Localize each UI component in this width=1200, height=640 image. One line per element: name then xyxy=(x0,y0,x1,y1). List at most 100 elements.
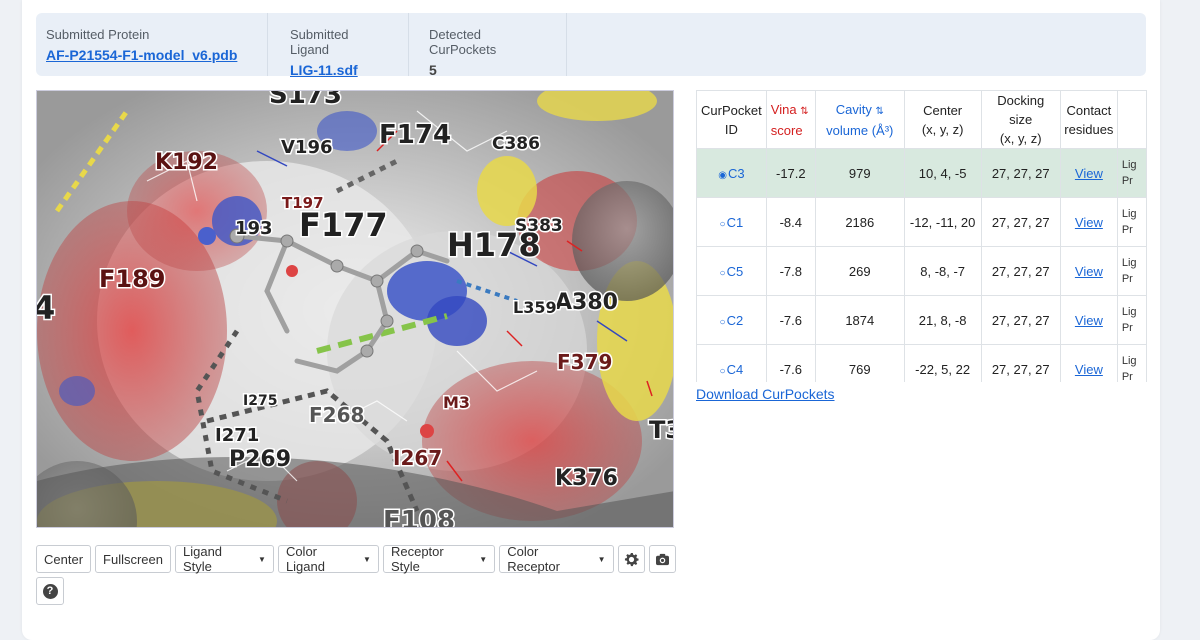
center-cell: 8, -8, -7 xyxy=(903,246,982,296)
submitted-ligand-link[interactable]: LIG-11.sdf xyxy=(290,62,358,78)
view-contacts-link[interactable]: View xyxy=(1075,362,1103,377)
residue-label-C386: C386 xyxy=(492,134,540,154)
table-row[interactable]: ○C5 -7.8 269 8, -8, -7 27, 27, 27 View L… xyxy=(696,246,1147,296)
extra-cell: Lig Pr xyxy=(1116,295,1147,345)
vina-cell: -7.8 xyxy=(765,246,816,296)
pocket-id-cell[interactable]: ○C2 xyxy=(696,295,767,345)
extra-cell: Lig Pr xyxy=(1116,344,1147,382)
docking-cell: 27, 27, 27 xyxy=(980,295,1061,345)
caret-down-icon: ▼ xyxy=(479,554,488,564)
residue-label-F177: F177 xyxy=(299,206,388,244)
table-row[interactable]: ◉C3 -17.2 979 10, 4, -5 27, 27, 27 View … xyxy=(696,148,1147,198)
radio-selected-icon[interactable]: ◉ xyxy=(718,170,727,181)
residue-label-L359: L359 xyxy=(513,298,557,317)
submitted-protein-label: Submitted Protein xyxy=(46,27,150,42)
contact-cell: View xyxy=(1059,344,1118,382)
contact-cell: View xyxy=(1059,295,1118,345)
pocket-id-cell[interactable]: ○C4 xyxy=(696,344,767,382)
caret-down-icon: ▼ xyxy=(258,554,266,564)
help-button[interactable]: ? xyxy=(36,577,64,605)
sort-icon[interactable]: ⇅ xyxy=(875,106,883,117)
receptor-style-label: Receptor Style xyxy=(390,544,444,574)
view-contacts-link[interactable]: View xyxy=(1075,313,1103,328)
results-card: Submitted Protein AF-P21554-F1-model_v6.… xyxy=(22,0,1160,640)
view-contacts-link[interactable]: View xyxy=(1075,166,1103,181)
residue-label-I275: I275 xyxy=(243,393,277,409)
download-curpockets-link[interactable]: Download CurPockets xyxy=(696,386,835,402)
molecular-viewer[interactable]: S173 F174 K192 V196 C386 T197 F177 H178 … xyxy=(36,90,674,528)
sort-icon[interactable]: ⇅ xyxy=(800,106,808,117)
viewer-canvas[interactable]: S173 F174 K192 V196 C386 T197 F177 H178 … xyxy=(37,91,674,528)
col-pocket-id: CurPocket ID xyxy=(696,90,767,149)
docking-cell: 27, 27, 27 xyxy=(980,344,1061,382)
curpocket-table: CurPocket ID Vina ⇅ score Cavity ⇅ volume (… xyxy=(696,90,1147,382)
residue-label-I271: I271 xyxy=(215,425,259,446)
col-cavity-volume[interactable]: Cavity ⇅ volume (Å³) xyxy=(814,90,905,149)
extra-cell: Lig Pr xyxy=(1116,246,1147,296)
center-button[interactable]: Center xyxy=(36,545,92,573)
radio-unselected-icon[interactable]: ○ xyxy=(720,366,726,377)
residue-label-K376: K376 xyxy=(555,466,618,491)
submitted-ligand-label: Submitted Ligand xyxy=(290,27,349,57)
fullscreen-button-label: Fullscreen xyxy=(103,551,163,567)
residue-label-F268: F268 xyxy=(309,403,364,427)
residue-label-S383: S383 xyxy=(515,216,563,236)
docking-cell: 27, 27, 27 xyxy=(980,197,1061,247)
center-cell: 10, 4, -5 xyxy=(903,148,982,198)
col-extra xyxy=(1116,90,1147,149)
docking-cell: 27, 27, 27 xyxy=(980,148,1061,198)
cavity-cell: 979 xyxy=(814,148,905,198)
radio-unselected-icon[interactable]: ○ xyxy=(720,268,726,279)
detected-curpockets-label: Detected CurPockets xyxy=(429,27,497,57)
table-row[interactable]: ○C4 -7.6 769 -22, 5, 22 27, 27, 27 View … xyxy=(696,344,1147,382)
submitted-protein: Submitted Protein AF-P21554-F1-model_v6.… xyxy=(36,13,268,76)
fullscreen-button[interactable]: Fullscreen xyxy=(95,545,171,573)
residue-label-A380: A380 xyxy=(555,290,618,315)
submission-info-bar: Submitted Protein AF-P21554-F1-model_v6.… xyxy=(36,13,1146,78)
view-contacts-link[interactable]: View xyxy=(1075,264,1103,279)
question-icon: ? xyxy=(42,583,58,599)
residue-label-4: 4 xyxy=(37,289,55,327)
center-cell: -22, 5, 22 xyxy=(903,344,982,382)
contact-cell: View xyxy=(1059,246,1118,296)
color-receptor-dropdown[interactable]: Color Receptor ▼ xyxy=(499,544,614,574)
cavity-cell: 769 xyxy=(814,344,905,382)
residue-label-F379: F379 xyxy=(557,350,612,374)
view-contacts-link[interactable]: View xyxy=(1075,215,1103,230)
submitted-protein-link[interactable]: AF-P21554-F1-model_v6.pdb xyxy=(46,47,237,63)
table-header-row: CurPocket ID Vina ⇅ score Cavity ⇅ volume (… xyxy=(696,90,1147,149)
settings-button[interactable] xyxy=(617,545,645,573)
camera-icon xyxy=(655,553,669,565)
gear-icon xyxy=(624,552,639,566)
cavity-cell: 269 xyxy=(814,246,905,296)
residue-label-T3: T3 xyxy=(649,416,674,444)
radio-unselected-icon[interactable]: ○ xyxy=(720,219,726,230)
vina-cell: -7.6 xyxy=(765,295,816,345)
receptor-style-dropdown[interactable]: Receptor Style ▼ xyxy=(382,544,496,574)
ligand-style-label: Ligand Style xyxy=(183,544,223,574)
screenshot-button[interactable] xyxy=(648,545,676,573)
col-docking-size: Docking size (x, y, z) xyxy=(980,90,1061,149)
color-receptor-label: Color Receptor xyxy=(507,544,560,574)
ligand-style-dropdown[interactable]: Ligand Style ▼ xyxy=(175,544,274,574)
center-cell: -12, -11, 20 xyxy=(903,197,982,247)
table-row[interactable]: ○C2 -7.6 1874 21, 8, -8 27, 27, 27 View … xyxy=(696,295,1147,345)
color-ligand-dropdown[interactable]: Color Ligand ▼ xyxy=(277,544,379,574)
pocket-id-cell[interactable]: ◉C3 xyxy=(696,148,767,198)
detected-curpockets: Detected CurPockets 5 xyxy=(409,13,567,78)
residue-label-I267: I267 xyxy=(393,446,442,470)
center-cell: 21, 8, -8 xyxy=(903,295,982,345)
contact-cell: View xyxy=(1059,148,1118,198)
extra-cell: Lig Pr xyxy=(1116,197,1147,247)
pocket-id-cell[interactable]: ○C1 xyxy=(696,197,767,247)
contact-cell: View xyxy=(1059,197,1118,247)
curpocket-table-container[interactable]: CurPocket ID Vina ⇅ score Cavity ⇅ volume (… xyxy=(696,90,1147,382)
pocket-id-cell[interactable]: ○C5 xyxy=(696,246,767,296)
residue-label-P269: P269 xyxy=(229,447,291,472)
residue-label-F189: F189 xyxy=(99,265,166,293)
radio-unselected-icon[interactable]: ○ xyxy=(720,317,726,328)
col-vina-score[interactable]: Vina ⇅ score xyxy=(765,90,816,149)
caret-down-icon: ▼ xyxy=(363,554,371,564)
table-row[interactable]: ○C1 -8.4 2186 -12, -11, 20 27, 27, 27 Vi… xyxy=(696,197,1147,247)
color-ligand-label: Color Ligand xyxy=(285,544,325,574)
